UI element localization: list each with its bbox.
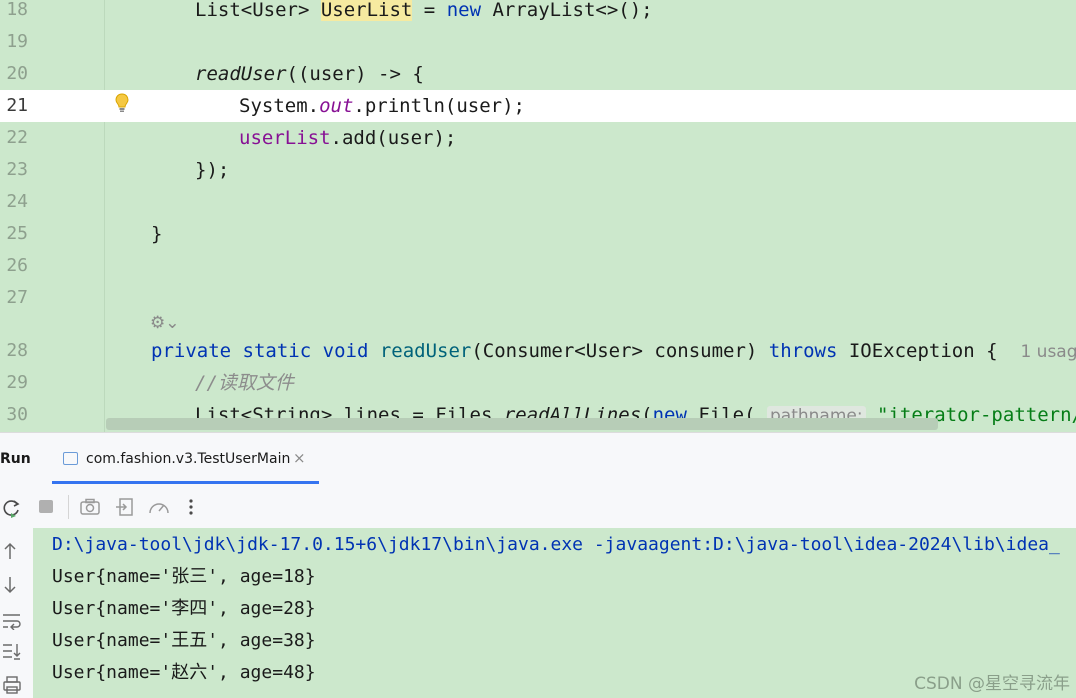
line-number: 20	[6, 63, 28, 84]
code-text: }	[151, 218, 162, 250]
code-editor[interactable]: 18 List<User> UserList = new ArrayList<>(…	[0, 0, 1076, 432]
gauge-icon[interactable]	[148, 498, 170, 516]
code-text: private static void readUser(Consumer<Us…	[151, 335, 1076, 368]
code-line[interactable]: 19	[0, 26, 1076, 58]
code-token: userList	[239, 127, 331, 149]
console-output-line: User{name='王五', age=38}	[52, 630, 316, 651]
rerun-icon[interactable]	[2, 498, 22, 518]
console-output-line: User{name='赵六', age=48}	[52, 662, 316, 683]
line-number: 22	[6, 127, 28, 148]
arrow-down-icon[interactable]	[2, 576, 18, 594]
code-line[interactable]: 24	[0, 186, 1076, 218]
line-number: 19	[6, 31, 28, 52]
code-text: });	[195, 154, 229, 186]
code-token: static	[242, 340, 312, 362]
code-token: new	[446, 0, 482, 21]
code-line[interactable]: 29 //读取文件	[0, 367, 1076, 399]
code-token: private	[151, 340, 232, 362]
code-line[interactable]: 18 List<User> UserList = new ArrayList<>(…	[0, 0, 1076, 26]
run-tab-label[interactable]: com.fashion.v3.TestUserMain	[86, 451, 290, 467]
line-number: 18	[6, 0, 28, 20]
code-line[interactable]: 21 System.out.println(user);	[0, 90, 1076, 122]
app-window-icon	[63, 452, 78, 465]
code-line[interactable]: 20 readUser((user) -> {	[0, 58, 1076, 90]
code-token: ((user) -> {	[286, 63, 424, 85]
console-side-toolbar	[0, 528, 33, 698]
code-token: readUser	[195, 63, 287, 85]
active-tab-indicator	[52, 481, 319, 484]
arrow-up-icon[interactable]	[2, 542, 18, 560]
code-token: .add(user);	[330, 127, 457, 149]
code-token: .println(user);	[353, 95, 525, 117]
code-line[interactable]: 27	[0, 282, 1076, 314]
camera-icon[interactable]	[80, 498, 100, 516]
gear-icon[interactable]: ⚙⌄	[150, 313, 179, 333]
run-toolbar	[0, 486, 1076, 528]
code-text: List<User> UserList = new ArrayList<>();	[195, 0, 653, 26]
code-token: });	[195, 159, 230, 181]
code-token: =	[412, 0, 447, 21]
code-token: List<User>	[195, 0, 321, 21]
code-line[interactable]: 23});	[0, 154, 1076, 186]
line-number: 28	[6, 340, 28, 361]
code-line[interactable]: 22 userList.add(user);	[0, 122, 1076, 154]
line-number: 30	[6, 404, 28, 425]
code-token: readUser	[379, 340, 472, 362]
line-number: 27	[6, 287, 28, 308]
line-number: 23	[6, 159, 28, 180]
code-text: //读取文件	[195, 367, 294, 399]
code-line[interactable]: 25}	[0, 218, 1076, 250]
code-text: System.out.println(user);	[239, 90, 525, 122]
horizontal-scrollbar[interactable]	[106, 418, 938, 430]
code-token: UserList	[320, 0, 413, 21]
line-number: 29	[6, 372, 28, 393]
code-token: ArrayList<>();	[481, 0, 653, 21]
code-text: userList.add(user);	[239, 122, 456, 154]
code-token: IOException {	[837, 340, 1021, 362]
run-panel-title: Run	[0, 451, 31, 467]
toolbar-divider	[68, 495, 69, 519]
code-token: 1 usage	[1020, 342, 1076, 362]
console-output-line: User{name='张三', age=18}	[52, 566, 316, 587]
watermark: CSDN @星空寻流年	[914, 674, 1070, 694]
line-number: 25	[6, 223, 28, 244]
line-number: 21	[6, 95, 28, 116]
stop-icon[interactable]	[38, 498, 54, 514]
soft-wrap-icon[interactable]	[2, 612, 22, 630]
run-panel-header: Run com.fashion.v3.TestUserMain ×	[0, 432, 1076, 486]
code-token: out	[319, 95, 354, 117]
more-icon[interactable]	[188, 498, 194, 516]
code-token: //读取文件	[195, 372, 294, 394]
code-token: (Consumer<User> consumer)	[471, 340, 769, 362]
code-line[interactable]: 26	[0, 250, 1076, 282]
print-icon[interactable]	[2, 676, 22, 694]
scroll-end-icon[interactable]	[2, 642, 22, 660]
code-token: void	[322, 340, 369, 362]
line-number: 26	[6, 255, 28, 276]
code-token: }	[151, 223, 163, 245]
code-token: throws	[768, 340, 838, 362]
exit-icon[interactable]	[115, 498, 133, 516]
code-token: System.	[239, 95, 320, 117]
console-command-line: D:\java-tool\jdk\jdk-17.0.15+6\jdk17\bin…	[52, 534, 1060, 555]
code-text: readUser((user) -> {	[195, 58, 424, 90]
lightbulb-icon[interactable]	[115, 93, 129, 113]
line-number: 24	[6, 191, 28, 212]
close-icon[interactable]: ×	[293, 449, 306, 467]
code-line[interactable]: 28 private static void readUser(Consumer<…	[0, 335, 1076, 367]
console-output-line: User{name='李四', age=28}	[52, 598, 316, 619]
